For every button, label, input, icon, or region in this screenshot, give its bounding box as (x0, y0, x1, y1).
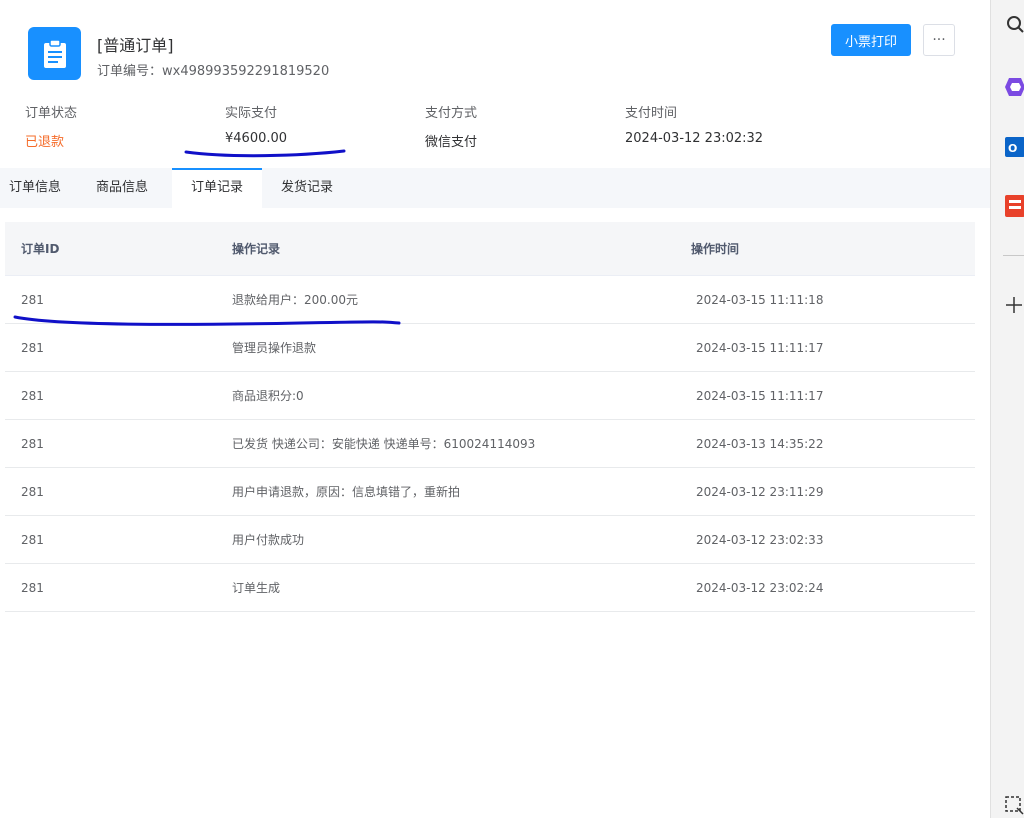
cell-time: 2024-03-12 23:02:33 (696, 532, 824, 547)
cell-record: 已发货 快递公司：安能快递 快递单号：610024114093 (232, 437, 536, 451)
tab-product-info[interactable]: 商品信息 (72, 168, 172, 208)
cell-order-id: 281 (21, 532, 44, 547)
column-header-time: 操作时间 (691, 242, 740, 256)
pay-method-value: 微信支付 (425, 135, 478, 150)
status-value: 已退款 (25, 135, 65, 150)
cell-time: 2024-03-15 11:11:17 (696, 340, 824, 355)
cell-record: 订单生成 (232, 581, 281, 595)
summary-pay-method: 支付方式 微信支付 (425, 102, 477, 150)
clipboard-icon (28, 27, 81, 80)
table-row: 281 管理员操作退款 2024-03-15 11:11:17 (5, 324, 975, 372)
summary-label: 订单状态 (25, 106, 78, 121)
underline-paid-amount (184, 149, 346, 158)
column-header-record: 操作记录 (232, 242, 281, 256)
summary-status: 订单状态 已退款 (25, 102, 77, 150)
table-row: 281 用户申请退款，原因：信息填错了，重新拍 2024-03-12 23:11… (5, 468, 975, 516)
search-icon[interactable] (1003, 12, 1024, 38)
pay-time-value: 2024-03-12 23:02:32 (625, 131, 764, 146)
sidebar-divider (1003, 255, 1024, 256)
tab-order-info[interactable]: 订单信息 (0, 168, 72, 208)
summary-paid: 实际支付 ¥4600.00 (225, 102, 287, 146)
cell-order-id: 281 (21, 292, 44, 307)
order-detail-panel: [普通订单] 订单编号：wx498993592291819520 小票打印 ··… (0, 0, 990, 818)
summary-label: 实际支付 (225, 106, 278, 121)
summary-label: 支付时间 (625, 106, 678, 121)
order-number-value: wx498993592291819520 (162, 64, 330, 79)
order-type-title: [普通订单] (97, 36, 174, 55)
summary-pay-time: 支付时间 2024-03-12 23:02:32 (625, 102, 763, 146)
page: [普通订单] 订单编号：wx498993592291819520 小票打印 ··… (0, 0, 1024, 818)
add-icon[interactable] (1003, 292, 1024, 318)
outlook-icon[interactable]: O (1003, 134, 1024, 160)
more-dots-icon: ··· (932, 32, 946, 48)
detail-tabs: 订单信息 商品信息 订单记录 发货记录 (0, 168, 990, 208)
office-icon[interactable] (1003, 192, 1024, 218)
cell-record: 商品退积分:0 (232, 389, 304, 403)
table-row: 281 商品退积分:0 2024-03-15 11:11:17 (5, 372, 975, 420)
cell-time: 2024-03-15 11:11:18 (696, 292, 824, 307)
table-row: 281 订单生成 2024-03-12 23:02:24 (5, 564, 975, 612)
browser-sidebar: O (990, 0, 1024, 818)
copilot-icon[interactable] (1003, 74, 1024, 100)
order-records-table: 订单ID 操作记录 操作时间 281 退款给用户：200.00元 2024-03… (5, 222, 975, 612)
cell-record: 管理员操作退款 (232, 341, 317, 355)
table-row: 281 退款给用户：200.00元 2024-03-15 11:11:18 (5, 276, 975, 324)
table-header: 订单ID 操作记录 操作时间 (5, 222, 975, 276)
table-row: 281 已发货 快递公司：安能快递 快递单号：610024114093 2024… (5, 420, 975, 468)
cell-time: 2024-03-12 23:02:24 (696, 580, 824, 595)
svg-text:O: O (1008, 142, 1017, 155)
tab-order-records[interactable]: 订单记录 (172, 168, 262, 208)
cell-order-id: 281 (21, 388, 44, 403)
screenshot-icon[interactable] (1003, 792, 1024, 818)
cell-order-id: 281 (21, 580, 44, 595)
cell-time: 2024-03-15 11:11:17 (696, 388, 824, 403)
cell-record: 用户付款成功 (232, 533, 305, 547)
print-receipt-button[interactable]: 小票打印 (831, 24, 911, 56)
cell-order-id: 281 (21, 340, 44, 355)
column-header-order-id: 订单ID (21, 242, 60, 256)
order-number: 订单编号：wx498993592291819520 (97, 60, 329, 79)
paid-amount-value: ¥4600.00 (225, 131, 288, 146)
tab-shipping-records[interactable]: 发货记录 (262, 168, 352, 208)
order-number-label: 订单编号： (97, 64, 163, 79)
table-row: 281 用户付款成功 2024-03-12 23:02:33 (5, 516, 975, 564)
cell-order-id: 281 (21, 484, 44, 499)
cell-record: 用户申请退款，原因：信息填错了，重新拍 (232, 485, 461, 499)
cell-time: 2024-03-13 14:35:22 (696, 436, 824, 451)
cell-record: 退款给用户：200.00元 (232, 293, 358, 307)
summary-label: 支付方式 (425, 106, 478, 121)
cell-time: 2024-03-12 23:11:29 (696, 484, 824, 499)
cell-order-id: 281 (21, 436, 44, 451)
more-button[interactable]: ··· (923, 24, 955, 56)
